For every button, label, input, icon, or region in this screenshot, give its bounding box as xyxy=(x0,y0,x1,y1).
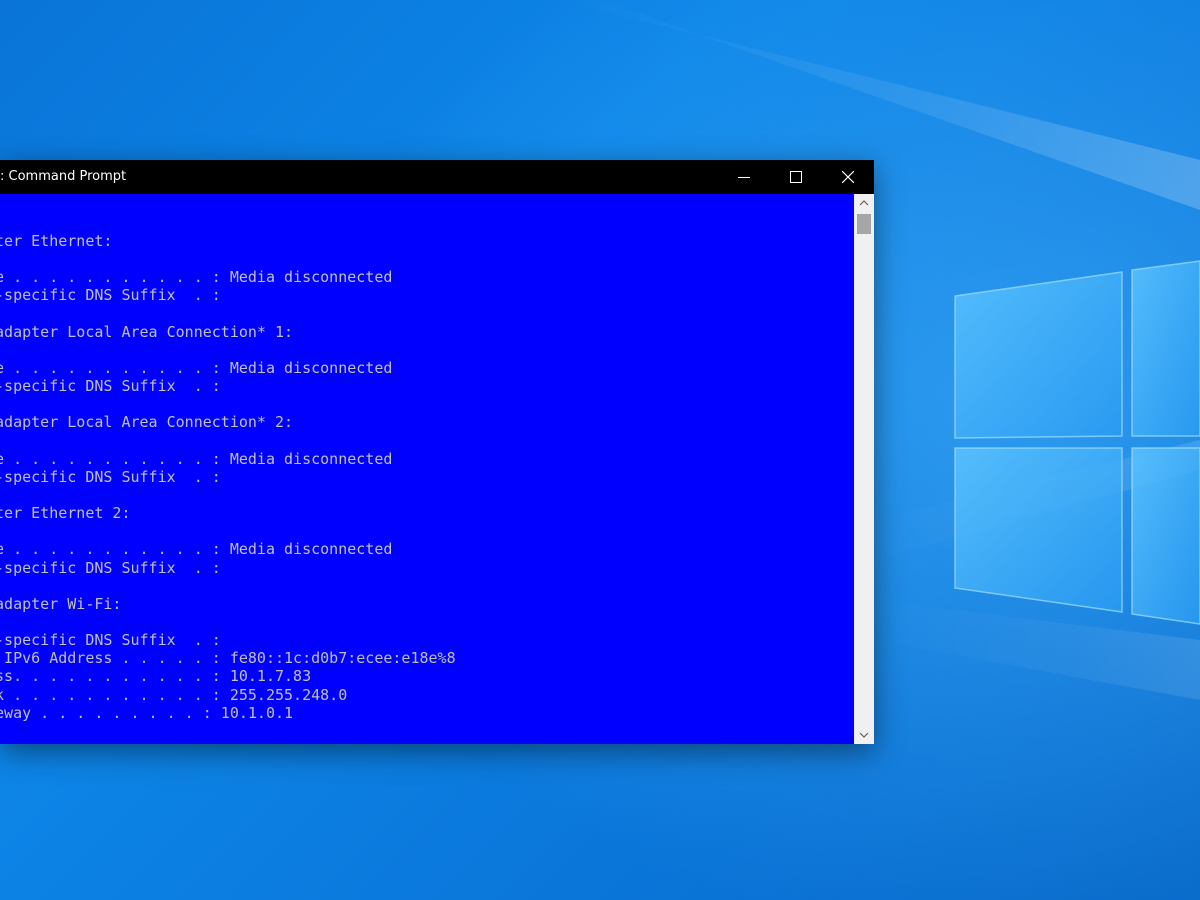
close-icon xyxy=(842,171,854,183)
console-output[interactable]: pter Ethernet: te . . . . . . . . . . . … xyxy=(0,194,854,744)
console-line: te . . . . . . . . . . . : Media disconn… xyxy=(0,358,393,377)
console-line: adapter Wi-Fi: xyxy=(0,594,122,613)
scroll-thumb[interactable] xyxy=(857,214,871,234)
console-line: adapter Local Area Connection* 2: xyxy=(0,413,294,432)
console-line: adapter Local Area Connection* 1: xyxy=(0,322,294,341)
chevron-up-icon xyxy=(859,200,869,206)
console-line: te . . . . . . . . . . . : Media disconn… xyxy=(0,540,393,559)
maximize-icon xyxy=(790,171,802,183)
minimize-icon xyxy=(738,177,750,178)
window-titlebar[interactable]: : Command Prompt xyxy=(0,160,874,194)
console-line: te . . . . . . . . . . . : Media disconn… xyxy=(0,449,393,468)
window-title: : Command Prompt xyxy=(0,169,127,184)
console-line: n-specific DNS Suffix . : xyxy=(0,467,221,486)
console-lines: pter Ethernet: te . . . . . . . . . . . … xyxy=(0,232,456,722)
console-line: n-specific DNS Suffix . : xyxy=(0,631,221,650)
close-button[interactable] xyxy=(825,160,871,194)
minimize-button[interactable] xyxy=(721,160,767,194)
console-line: pter Ethernet 2: xyxy=(0,504,131,523)
scroll-down-button[interactable] xyxy=(854,727,874,744)
console-line: n-specific DNS Suffix . : xyxy=(0,377,221,396)
console-line: teway . . . . . . . . . : 10.1.0.1 xyxy=(0,703,294,722)
console-line: sk . . . . . . . . . . . : 255.255.248.0 xyxy=(0,685,348,704)
console-line: n-specific DNS Suffix . : xyxy=(0,286,221,305)
command-prompt-window[interactable]: : Command Prompt pter Ethernet: te . . .… xyxy=(0,160,874,744)
chevron-down-icon xyxy=(859,732,869,738)
console-line: . IPv6 Address . . . . . : fe80::1c:d0b7… xyxy=(0,649,456,668)
scroll-up-button[interactable] xyxy=(854,194,874,211)
vertical-scrollbar[interactable] xyxy=(854,194,874,744)
maximize-button[interactable] xyxy=(773,160,819,194)
console-line: n-specific DNS Suffix . : xyxy=(0,558,221,577)
console-line: ess. . . . . . . . . . . : 10.1.7.83 xyxy=(0,667,312,686)
console-line: te . . . . . . . . . . . : Media disconn… xyxy=(0,268,393,287)
console-line: pter Ethernet: xyxy=(0,232,113,250)
